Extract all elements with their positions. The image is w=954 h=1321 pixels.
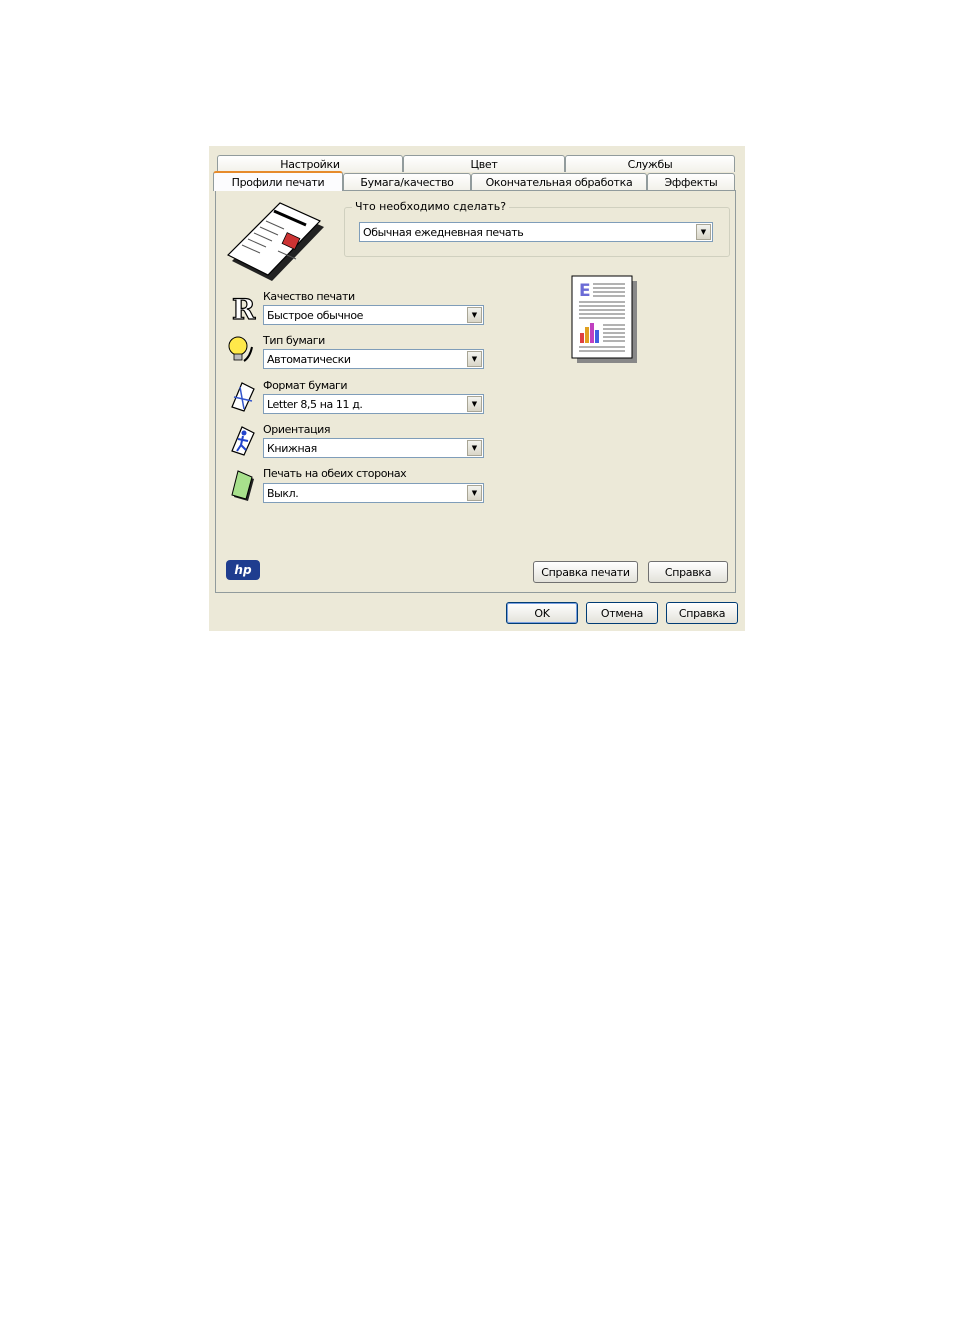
duplex-value: Выкл. bbox=[267, 487, 299, 500]
orientation-icon bbox=[231, 426, 255, 456]
paper-size-icon bbox=[231, 382, 255, 412]
svg-text:E: E bbox=[579, 281, 591, 301]
paper-type-value: Автоматически bbox=[267, 353, 351, 366]
print-quality-value: Быстрое обычное bbox=[267, 309, 364, 322]
tab-label: Окончательная обработка bbox=[485, 175, 633, 189]
duplex-label: Печать на обеих сторонах bbox=[263, 467, 407, 480]
tab-paper-quality[interactable]: Бумага/качество bbox=[343, 173, 471, 190]
paper-size-select[interactable]: Letter 8,5 на 11 д. ▼ bbox=[263, 394, 484, 414]
chevron-down-icon: ▼ bbox=[467, 307, 482, 323]
newspaper-icon bbox=[226, 202, 324, 281]
tab-print-profiles[interactable]: Профили печати bbox=[213, 171, 343, 191]
lightbulb-icon bbox=[228, 336, 253, 362]
print-help-button[interactable]: Справка печати bbox=[533, 561, 638, 583]
chevron-down-icon: ▼ bbox=[467, 351, 482, 367]
task-group-title: Что необходимо сделать? bbox=[352, 200, 510, 213]
paper-size-value: Letter 8,5 на 11 д. bbox=[267, 398, 363, 411]
paper-type-label: Тип бумаги bbox=[263, 334, 325, 347]
print-quality-select[interactable]: Быстрое обычное ▼ bbox=[263, 305, 484, 325]
tab-panel: Что необходимо сделать? Обычная ежедневн… bbox=[215, 190, 736, 593]
paper-size-label: Формат бумаги bbox=[263, 379, 348, 392]
task-select[interactable]: Обычная ежедневная печать ▼ bbox=[359, 222, 713, 242]
duplex-icon bbox=[231, 470, 254, 501]
chevron-down-icon: ▼ bbox=[467, 485, 482, 501]
ok-button[interactable]: OK bbox=[506, 602, 578, 624]
svg-text:R: R bbox=[232, 293, 256, 325]
tab-label: Бумага/качество bbox=[360, 175, 454, 189]
tab-effects[interactable]: Эффекты bbox=[647, 173, 735, 190]
tab-services[interactable]: Службы bbox=[565, 155, 735, 172]
chevron-down-icon: ▼ bbox=[696, 224, 711, 240]
chevron-down-icon: ▼ bbox=[467, 396, 482, 412]
chevron-down-icon: ▼ bbox=[467, 440, 482, 456]
duplex-select[interactable]: Выкл. ▼ bbox=[263, 483, 484, 503]
tab-label: Службы bbox=[627, 157, 673, 171]
tab-label: Цвет bbox=[470, 157, 498, 171]
paper-type-select[interactable]: Автоматически ▼ bbox=[263, 349, 484, 369]
page-preview-icon: E bbox=[571, 275, 637, 363]
tab-label: Настройки bbox=[280, 157, 340, 171]
tab-color[interactable]: Цвет bbox=[403, 155, 565, 172]
print-quality-label: Качество печати bbox=[263, 290, 355, 303]
print-properties-dialog: Настройки Цвет Службы Профили печати Бум… bbox=[209, 146, 745, 631]
tab-label: Профили печати bbox=[231, 175, 325, 189]
help-button[interactable]: Справка bbox=[648, 561, 728, 583]
orientation-label: Ориентация bbox=[263, 423, 331, 436]
task-select-value: Обычная ежедневная печать bbox=[363, 226, 524, 239]
orientation-select[interactable]: Книжная ▼ bbox=[263, 438, 484, 458]
dialog-help-button[interactable]: Справка bbox=[666, 602, 738, 624]
cancel-button[interactable]: Отмена bbox=[586, 602, 658, 624]
orientation-value: Книжная bbox=[267, 442, 317, 455]
tab-finishing[interactable]: Окончательная обработка bbox=[471, 173, 647, 190]
hp-logo: hp bbox=[226, 560, 260, 580]
tab-settings[interactable]: Настройки bbox=[217, 155, 403, 172]
print-quality-icon: R bbox=[231, 292, 256, 325]
tab-label: Эффекты bbox=[664, 175, 718, 189]
